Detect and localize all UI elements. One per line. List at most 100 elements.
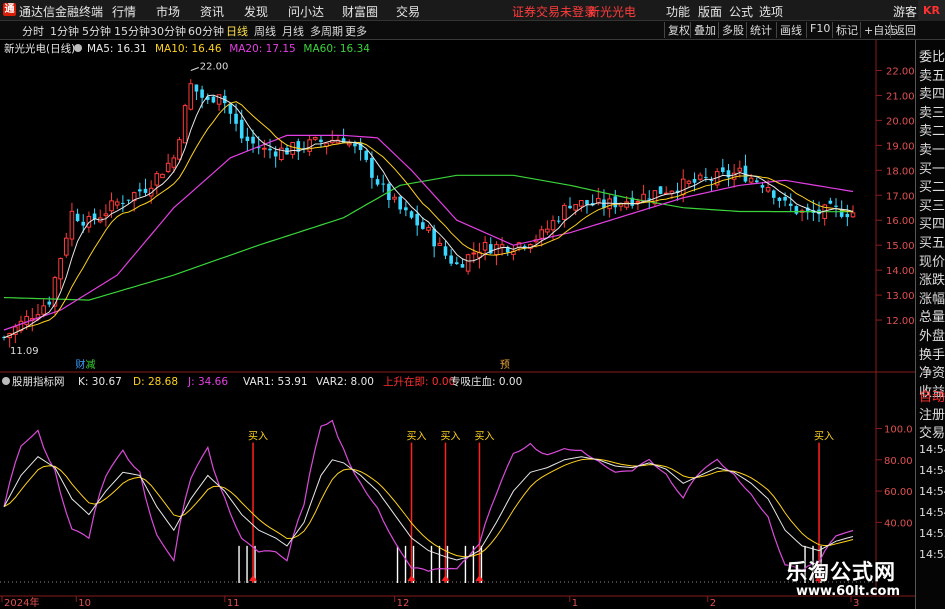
candle-body: [211, 96, 216, 103]
side-tab[interactable]: 注册: [919, 404, 945, 423]
quote-label: 买五: [919, 236, 945, 251]
tick-time: 14:54: [919, 485, 945, 498]
quote-label: 涨幅: [919, 291, 945, 307]
candle-body: [686, 180, 692, 184]
quote-label: 卖三: [919, 105, 945, 121]
candle-body: [375, 179, 380, 185]
tick-time: 14:54: [919, 464, 945, 477]
candle-body: [126, 199, 131, 201]
candle-body: [268, 148, 272, 151]
event-marker-1[interactable]: 减: [86, 359, 96, 371]
candle-body: [539, 229, 545, 239]
candle-body: [398, 196, 402, 210]
candle-body: [81, 221, 86, 226]
candle-body: [69, 210, 75, 240]
candle-body: [121, 202, 125, 204]
quote-label: 总量: [919, 310, 945, 326]
price-axis-label: 17.00: [886, 191, 915, 202]
time-axis-label: 1: [572, 598, 578, 609]
price-axis-label: 22.00: [886, 66, 915, 77]
price-axis-label: 18.00: [886, 166, 915, 177]
quote-label: 买三: [919, 198, 945, 214]
candle-body: [245, 136, 250, 142]
indicator-axis-label: 60.00: [884, 487, 913, 498]
stock-chart[interactable]: 22.00 21.00 20.00 19.00 18.00 17.00 16.00 15.00…: [0, 0, 915, 609]
candle-body: [41, 305, 46, 315]
candle-body: [783, 196, 787, 201]
watermark-cn: 乐淘公式网: [786, 560, 896, 584]
indicator-settings-icon[interactable]: [2, 377, 10, 385]
time-axis-label: 12: [397, 598, 410, 609]
ma-legend-1: MA10: 16.46: [155, 43, 222, 55]
candle-body: [522, 245, 527, 247]
event-marker-2[interactable]: 预: [500, 359, 510, 371]
time-axis-label: 10: [78, 598, 91, 609]
settings-dot-icon[interactable]: [74, 44, 82, 52]
candle-body: [188, 83, 194, 110]
tick-time: 14:55: [919, 548, 945, 561]
candle-body: [114, 201, 120, 206]
time-axis-label: 2: [710, 598, 716, 609]
candle-body: [404, 207, 408, 211]
candle-body: [392, 196, 397, 200]
tick-time: 14:54: [919, 443, 945, 456]
candle-body: [319, 139, 323, 143]
candle-body: [421, 222, 425, 229]
candle-body: [353, 143, 357, 147]
indicator-axis-label: 80.00: [884, 456, 913, 467]
indicator-title: 股朋指标网: [12, 375, 65, 388]
candle-body: [262, 147, 267, 150]
high-price-label: 22.00: [200, 61, 229, 72]
candle-body: [794, 206, 799, 214]
indicator-stat-3: VAR1: 53.91: [243, 376, 308, 388]
quote-label: 现价: [919, 254, 945, 270]
candle-body: [143, 188, 148, 193]
candle-body: [58, 257, 63, 280]
candle-body: [307, 139, 312, 152]
candle-body: [704, 176, 708, 178]
quote-label: 换手: [919, 347, 945, 363]
candle-body: [415, 214, 419, 226]
tick-time: 14:54: [919, 506, 945, 519]
event-marker-0[interactable]: 财: [75, 358, 85, 371]
candle-body: [443, 246, 448, 256]
time-axis-label: 11: [227, 598, 240, 609]
quote-side-panel: 委比 卖五 卖四 卖三 卖二 卖一 买一 买二 买三 买四 买五 现价 涨跌 涨幅 总量 外盘 换手 净资 收益 自动…: [915, 40, 945, 609]
candle-body: [103, 213, 109, 217]
quote-label: 卖五: [919, 68, 945, 84]
candle-body: [370, 157, 374, 178]
buy-label: 买入: [407, 430, 427, 442]
quote-label: 卖四: [919, 87, 945, 103]
candle-body: [216, 94, 222, 105]
candle-body: [828, 200, 833, 204]
candle-body: [449, 255, 453, 264]
indicator-stat-5: 上升在即: 0.00: [383, 376, 455, 388]
ma-legend-3: MA60: 16.34: [303, 43, 370, 55]
price-axis-label: 12.00: [886, 316, 915, 327]
candle-body: [234, 113, 238, 124]
quote-label: 买二: [919, 180, 945, 196]
candle-body: [635, 200, 641, 203]
indicator-axis-label: 100.0: [884, 424, 913, 435]
price-axis-label: 20.00: [886, 116, 915, 127]
time-axis-label: 3: [853, 598, 859, 609]
price-axis-label: 13.00: [886, 291, 915, 302]
candle-body: [550, 220, 556, 231]
candle-body: [652, 190, 658, 205]
candle-body: [160, 173, 165, 179]
candle-body: [765, 186, 771, 192]
side-tab[interactable]: 交易: [919, 422, 945, 441]
candle-body: [182, 105, 188, 144]
candle-body: [624, 201, 629, 208]
candle-body: [346, 142, 352, 146]
buy-label: 买入: [248, 430, 268, 442]
indicator-stat-1: D: 28.68: [133, 376, 178, 388]
quote-label: 买一: [919, 161, 945, 177]
indicator-axis-label: 40.00: [884, 518, 913, 529]
kr-badge[interactable]: KR: [918, 0, 945, 21]
candle-body: [200, 89, 204, 98]
candle-body: [24, 315, 29, 325]
price-axis-label: 15.00: [886, 241, 915, 252]
side-tab[interactable]: 自动: [919, 386, 945, 405]
candle-body: [771, 190, 776, 198]
